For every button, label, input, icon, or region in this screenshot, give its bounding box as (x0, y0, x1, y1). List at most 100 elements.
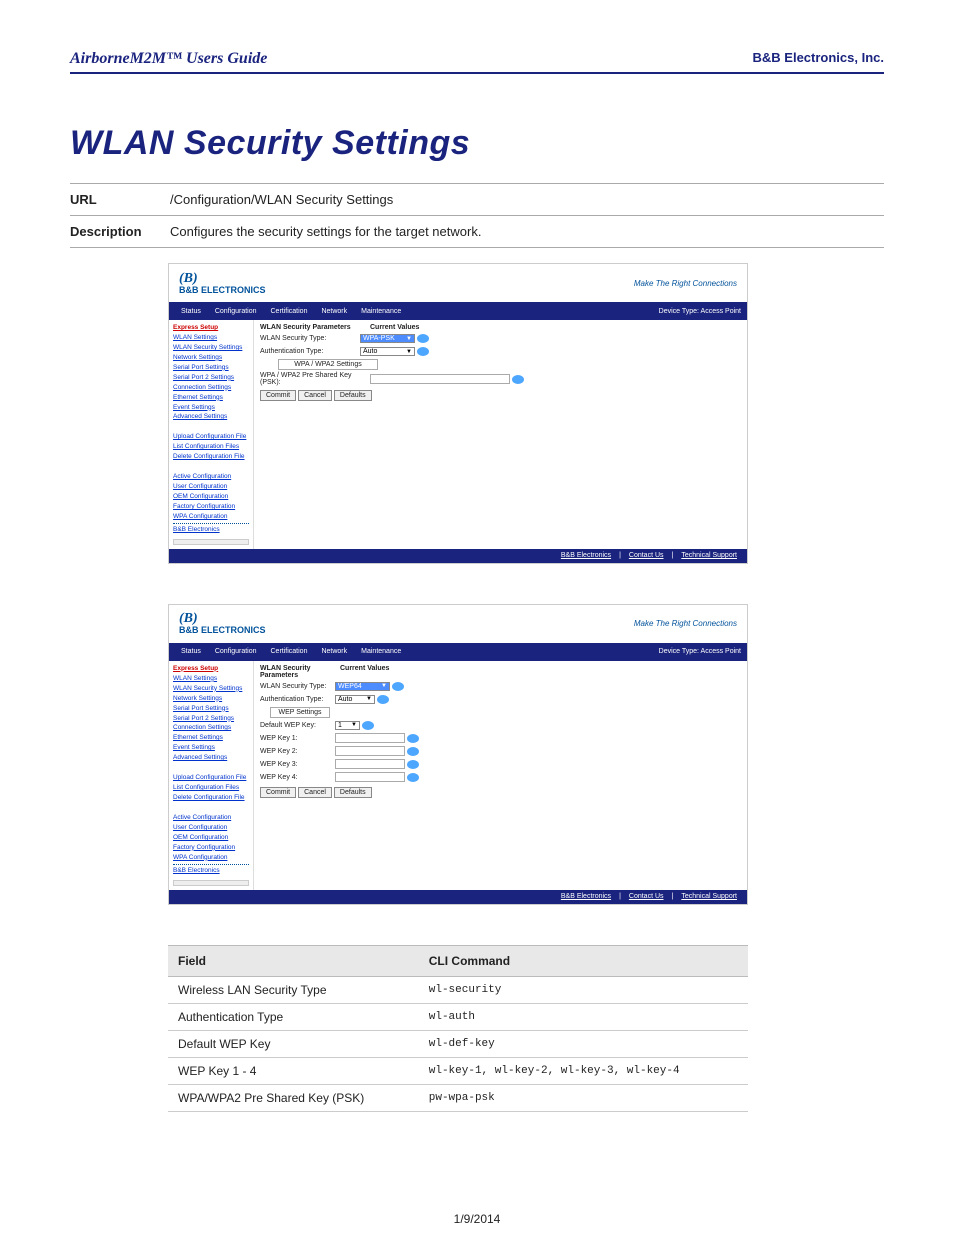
sidebar-event[interactable]: Event Settings (173, 744, 249, 752)
auth-type-label: Authentication Type: (260, 348, 360, 355)
wep-key-3-label: WEP Key 3: (260, 761, 335, 768)
sidebar-delete-config[interactable]: Delete Configuration File (173, 453, 249, 461)
sidebar-wlan-security[interactable]: WLAN Security Settings (173, 344, 249, 352)
nav-configuration[interactable]: Configuration (209, 648, 263, 655)
sidebar: Express Setup WLAN Settings WLAN Securit… (169, 320, 254, 549)
nav-certification[interactable]: Certification (265, 648, 314, 655)
sidebar-factory-config[interactable]: Factory Configuration (173, 503, 249, 511)
sidebar-bb-electronics[interactable]: B&B Electronics (173, 867, 249, 875)
sidebar-bb-electronics[interactable]: B&B Electronics (173, 526, 249, 534)
help-icon[interactable] (362, 721, 374, 730)
sidebar-advanced[interactable]: Advanced Settings (173, 754, 249, 762)
help-icon[interactable] (417, 334, 429, 343)
sidebar-connection[interactable]: Connection Settings (173, 724, 249, 732)
nav-certification[interactable]: Certification (265, 308, 314, 315)
sidebar-upload-config[interactable]: Upload Configuration File (173, 774, 249, 782)
help-icon[interactable] (407, 734, 419, 743)
commit-button[interactable]: Commit (260, 390, 296, 401)
footer-contact-link[interactable]: Contact Us (629, 552, 664, 559)
defaults-button[interactable]: Defaults (334, 787, 372, 798)
cancel-button[interactable]: Cancel (298, 787, 332, 798)
sidebar-wpa-config[interactable]: WPA Configuration (173, 513, 249, 521)
current-values-header: Current Values (340, 665, 389, 679)
sidebar-factory-config[interactable]: Factory Configuration (173, 844, 249, 852)
sidebar-scrollbar[interactable] (173, 539, 249, 545)
security-type-select[interactable]: WEP64▼ (335, 682, 390, 691)
chevron-down-icon: ▼ (351, 722, 357, 728)
sidebar-wlan-settings[interactable]: WLAN Settings (173, 675, 249, 683)
sidebar-oem-config[interactable]: OEM Configuration (173, 493, 249, 501)
nav-status[interactable]: Status (175, 648, 207, 655)
sidebar-user-config[interactable]: User Configuration (173, 824, 249, 832)
security-type-label: WLAN Security Type: (260, 335, 360, 342)
sidebar-wpa-config[interactable]: WPA Configuration (173, 854, 249, 862)
default-wep-key-select[interactable]: 1▼ (335, 721, 360, 730)
sidebar-scrollbar[interactable] (173, 880, 249, 886)
section-header: WLAN Security Parameters (260, 665, 340, 679)
help-icon[interactable] (407, 773, 419, 782)
cli-header-command: CLI Command (419, 945, 748, 976)
help-icon[interactable] (407, 760, 419, 769)
sidebar-connection[interactable]: Connection Settings (173, 384, 249, 392)
help-icon[interactable] (512, 375, 524, 384)
security-type-select[interactable]: WPA-PSK▼ (360, 334, 415, 343)
sidebar-upload-config[interactable]: Upload Configuration File (173, 433, 249, 441)
nav-configuration[interactable]: Configuration (209, 308, 263, 315)
sidebar-ethernet[interactable]: Ethernet Settings (173, 734, 249, 742)
help-icon[interactable] (377, 695, 389, 704)
sidebar-network[interactable]: Network Settings (173, 354, 249, 362)
footer-contact-link[interactable]: Contact Us (629, 893, 664, 900)
sidebar-advanced[interactable]: Advanced Settings (173, 413, 249, 421)
sidebar-wlan-settings[interactable]: WLAN Settings (173, 334, 249, 342)
sidebar-ethernet[interactable]: Ethernet Settings (173, 394, 249, 402)
sidebar-delete-config[interactable]: Delete Configuration File (173, 794, 249, 802)
table-row: Wireless LAN Security Typewl-security (168, 976, 748, 1003)
sidebar-user-config[interactable]: User Configuration (173, 483, 249, 491)
sidebar-serial-port[interactable]: Serial Port Settings (173, 364, 249, 372)
wep-key-2-input[interactable] (335, 746, 405, 756)
wep-key-1-input[interactable] (335, 733, 405, 743)
sidebar-list-config[interactable]: List Configuration Files (173, 784, 249, 792)
footer-support-link[interactable]: Technical Support (681, 893, 737, 900)
sidebar-active-config[interactable]: Active Configuration (173, 814, 249, 822)
nav-status[interactable]: Status (175, 308, 207, 315)
chevron-down-icon: ▼ (381, 683, 387, 689)
nav-network[interactable]: Network (315, 308, 353, 315)
wep-key-4-input[interactable] (335, 772, 405, 782)
sidebar-express-setup[interactable]: Express Setup (173, 665, 249, 673)
footer-support-link[interactable]: Technical Support (681, 552, 737, 559)
cancel-button[interactable]: Cancel (298, 390, 332, 401)
sidebar-serial-port-2[interactable]: Serial Port 2 Settings (173, 715, 249, 723)
sidebar-oem-config[interactable]: OEM Configuration (173, 834, 249, 842)
wep-key-4-label: WEP Key 4: (260, 774, 335, 781)
sidebar-event[interactable]: Event Settings (173, 404, 249, 412)
sidebar-active-config[interactable]: Active Configuration (173, 473, 249, 481)
commit-button[interactable]: Commit (260, 787, 296, 798)
footer-company-link[interactable]: B&B Electronics (561, 893, 611, 900)
nav-network[interactable]: Network (315, 648, 353, 655)
chevron-down-icon: ▼ (406, 336, 412, 342)
footer-company-link[interactable]: B&B Electronics (561, 552, 611, 559)
table-row: Authentication Typewl-auth (168, 1003, 748, 1030)
sidebar-express-setup[interactable]: Express Setup (173, 324, 249, 332)
nav-maintenance[interactable]: Maintenance (355, 648, 407, 655)
content-panel: WLAN Security Parameters Current Values … (254, 320, 747, 549)
sidebar-serial-port[interactable]: Serial Port Settings (173, 705, 249, 713)
nav-maintenance[interactable]: Maintenance (355, 308, 407, 315)
auth-type-select[interactable]: Auto▼ (360, 347, 415, 356)
psk-input[interactable] (370, 374, 510, 384)
help-icon[interactable] (407, 747, 419, 756)
sidebar-wlan-security[interactable]: WLAN Security Settings (173, 685, 249, 693)
auth-type-select[interactable]: Auto▼ (335, 695, 375, 704)
device-type-label: Device Type: Access Point (659, 308, 741, 315)
cli-command-table: Field CLI Command Wireless LAN Security … (168, 945, 748, 1112)
main-nav: Status Configuration Certification Netwo… (169, 643, 747, 661)
defaults-button[interactable]: Defaults (334, 390, 372, 401)
help-icon[interactable] (392, 682, 404, 691)
help-icon[interactable] (417, 347, 429, 356)
sidebar-serial-port-2[interactable]: Serial Port 2 Settings (173, 374, 249, 382)
wep-key-3-input[interactable] (335, 759, 405, 769)
content-panel: WLAN Security Parameters Current Values … (254, 661, 747, 890)
sidebar-list-config[interactable]: List Configuration Files (173, 443, 249, 451)
sidebar-network[interactable]: Network Settings (173, 695, 249, 703)
